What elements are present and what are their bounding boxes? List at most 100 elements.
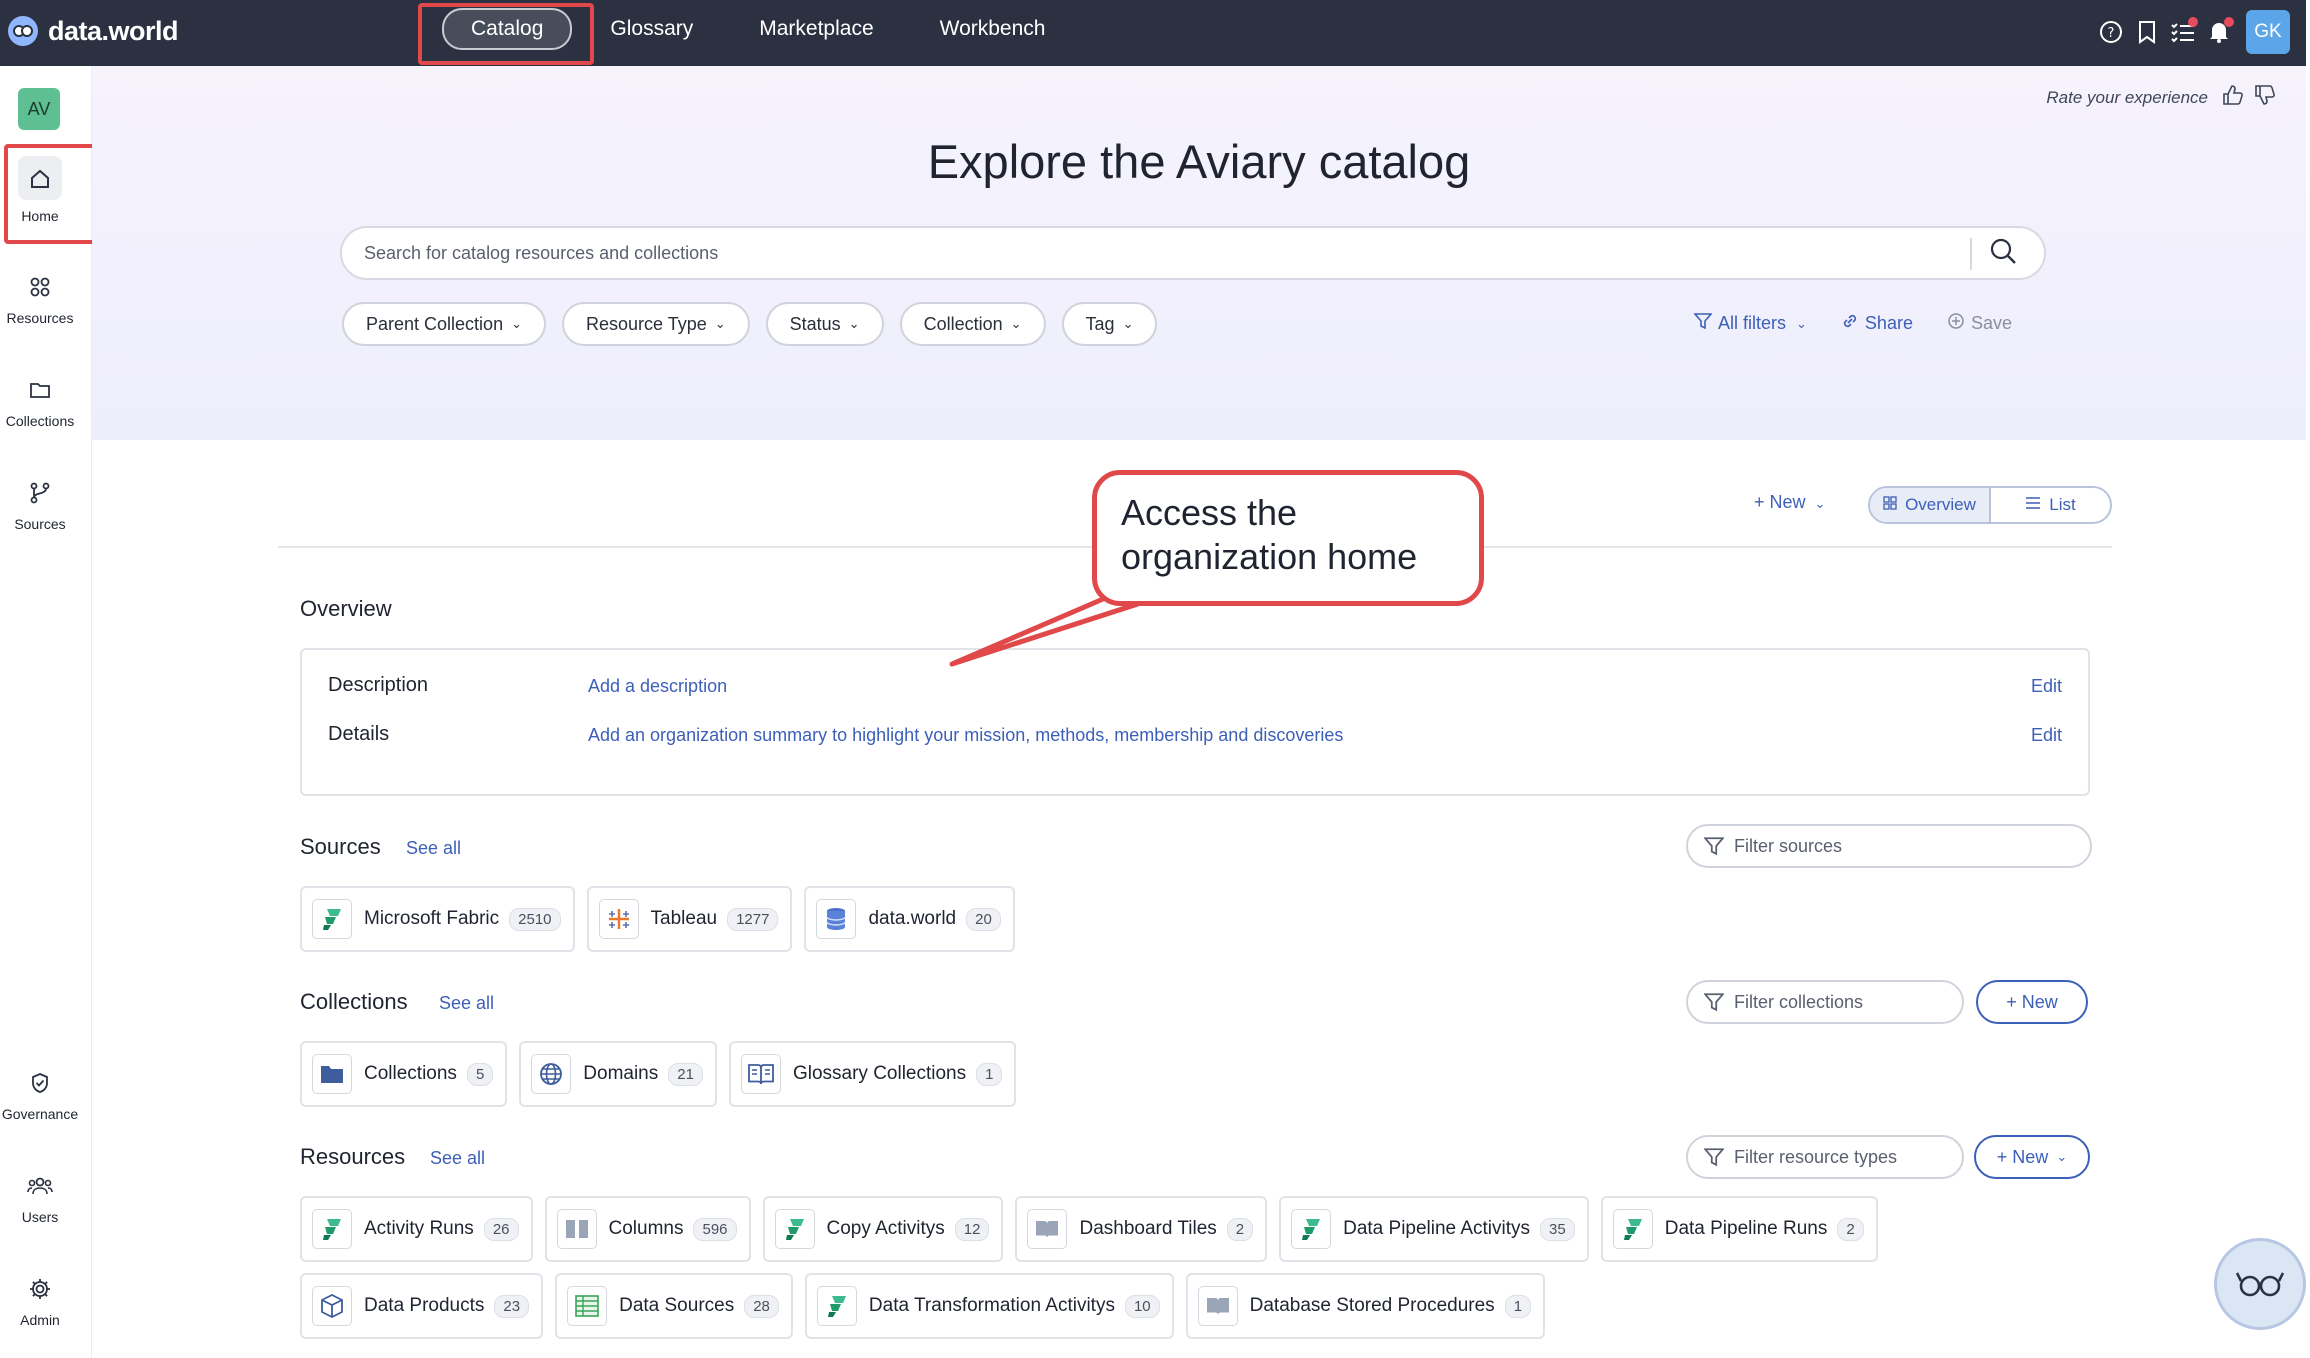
funnel-icon (1693, 312, 1713, 335)
nav-marketplace[interactable]: Marketplace (759, 17, 873, 41)
card-label: Collections (364, 1063, 457, 1084)
fabric-icon (774, 1209, 815, 1249)
collection-card-domains[interactable]: Domains 21 (519, 1041, 717, 1107)
card-label: Data Products (364, 1295, 485, 1316)
add-description-link[interactable]: Add a description (588, 676, 727, 697)
filter-status[interactable]: Status ⌄ (765, 302, 884, 346)
view-overview-button[interactable]: Overview (1870, 488, 1991, 522)
collection-card-collections[interactable]: Collections 5 (300, 1041, 508, 1107)
filter-sources-input[interactable]: Filter sources (1686, 824, 2092, 868)
edit-details-button[interactable]: Edit (2031, 725, 2062, 746)
card-count: 2 (1226, 1217, 1254, 1241)
sources-see-all-link[interactable]: See all (406, 838, 461, 859)
folder-icon (312, 1054, 352, 1094)
card-label: Columns (608, 1218, 684, 1239)
card-count: 596 (693, 1217, 737, 1241)
card-count: 23 (494, 1294, 530, 1318)
resource-card-data-sources[interactable]: Data Sources 28 (555, 1273, 793, 1339)
resource-card-columns[interactable]: Columns 596 (544, 1196, 751, 1262)
catalog-hero: Rate your experience Explore the Aviary … (92, 66, 2306, 440)
thumbs-up-icon[interactable] (2222, 84, 2244, 112)
left-sidebar: AV Home Resources Collections Sources Go… (0, 66, 92, 1358)
org-avatar[interactable]: AV (18, 88, 60, 130)
card-label: Data Sources (619, 1295, 735, 1316)
save-button[interactable]: Save (1947, 312, 2012, 335)
save-label: Save (1970, 313, 2012, 333)
collections-title: Collections (300, 989, 408, 1014)
new-dropdown-button[interactable]: + New ⌄ (1754, 492, 1825, 513)
view-list-button[interactable]: List (1991, 488, 2110, 522)
list-icon (2025, 495, 2041, 515)
resource-card-database-stored-procedures[interactable]: Database Stored Procedures 1 (1185, 1273, 1546, 1339)
sidebar-item-users[interactable]: Users (0, 1169, 80, 1225)
resource-card-dashboard-tiles[interactable]: Dashboard Tiles 2 (1015, 1196, 1268, 1262)
view-toggle: Overview List (1868, 486, 2112, 524)
bell-icon[interactable] (2202, 15, 2236, 49)
sidebar-item-sources[interactable]: Sources (0, 476, 80, 532)
resources-see-all-link[interactable]: See all (430, 1148, 485, 1169)
collections-see-all-link[interactable]: See all (439, 993, 494, 1014)
edit-description-button[interactable]: Edit (2031, 676, 2062, 697)
help-icon[interactable]: ? (2094, 15, 2128, 49)
card-label: Data Pipeline Activitys (1343, 1218, 1531, 1239)
filter-resource-type[interactable]: Resource Type ⌄ (561, 302, 750, 346)
sidebar-item-admin[interactable]: Admin (0, 1272, 80, 1328)
globe-icon (531, 1054, 572, 1094)
user-avatar[interactable]: GK (2246, 10, 2290, 54)
nav-glossary[interactable]: Glossary (610, 17, 693, 41)
sources-title: Sources (300, 834, 381, 859)
resource-card-copy-activitys[interactable]: Copy Activitys 12 (762, 1196, 1004, 1262)
rate-experience: Rate your experience (2046, 84, 2276, 112)
card-label: Domains (583, 1063, 659, 1084)
callout-annotation: Access the organization home (1092, 470, 1484, 606)
filter-resource-types-input[interactable]: Filter resource types (1686, 1135, 1964, 1179)
view-list-label: List (2049, 495, 2076, 514)
svg-text:?: ? (2108, 26, 2115, 41)
thumbs-down-icon[interactable] (2254, 84, 2276, 112)
sidebar-item-governance[interactable]: Governance (0, 1066, 80, 1122)
collections-list: Collections 5 Domains 21 Glossary Collec… (300, 1041, 1028, 1107)
share-button[interactable]: Share (1841, 312, 1913, 335)
new-resource-label: + New (1996, 1146, 2049, 1167)
search-input[interactable] (362, 228, 1962, 278)
bookmark-icon[interactable] (2130, 15, 2164, 49)
new-label: + New (1754, 492, 1806, 512)
view-overview-label: Overview (1905, 495, 1976, 514)
card-count: 2510 (509, 907, 561, 931)
filter-tag[interactable]: Tag ⌄ (1061, 302, 1158, 346)
filter-collections-input[interactable]: Filter collections (1686, 980, 1964, 1024)
source-card-microsoft-fabric[interactable]: Microsoft Fabric 2510 (300, 886, 575, 952)
resource-card-data-products[interactable]: Data Products 23 (300, 1273, 544, 1339)
cube-icon (312, 1286, 352, 1326)
sidebar-item-resources[interactable]: Resources (0, 270, 80, 326)
resource-card-data-transformation-activitys[interactable]: Data Transformation Activitys 10 (804, 1273, 1174, 1339)
resource-card-data-pipeline-runs[interactable]: Data Pipeline Runs 2 (1600, 1196, 1878, 1262)
card-label: Database Stored Procedures (1249, 1295, 1495, 1316)
resource-card-data-pipeline-activitys[interactable]: Data Pipeline Activitys 35 (1279, 1196, 1589, 1262)
filter-chip-label: Parent Collection (366, 313, 504, 334)
chevron-down-icon: ⌄ (511, 316, 522, 331)
sidebar-item-label: Sources (14, 516, 66, 532)
all-filters-label: All filters (1718, 313, 1787, 333)
funnel-icon (1704, 993, 1724, 1012)
resource-card-activity-runs[interactable]: Activity Runs 26 (300, 1196, 533, 1262)
filter-parent-collection[interactable]: Parent Collection ⌄ (342, 302, 546, 346)
new-collection-button[interactable]: + New (1976, 980, 2088, 1024)
sidebar-item-collections[interactable]: Collections (0, 373, 80, 429)
assistant-bubble[interactable] (2214, 1238, 2306, 1330)
search-icon[interactable] (1988, 236, 2022, 270)
folder-icon (24, 373, 56, 405)
tasks-icon[interactable] (2166, 15, 2200, 49)
nav-workbench[interactable]: Workbench (940, 17, 1046, 41)
sources-list: Microsoft Fabric 2510 Tableau 1277 data.… (300, 886, 1027, 952)
card-count: 1 (1504, 1294, 1532, 1318)
filter-collection[interactable]: Collection ⌄ (899, 302, 1046, 346)
source-card-tableau[interactable]: Tableau 1277 (586, 886, 793, 952)
source-card-data-world[interactable]: data.world 20 (804, 886, 1015, 952)
all-filters-button[interactable]: All filters ⌄ (1693, 312, 1807, 335)
logo[interactable]: data.world (8, 11, 179, 51)
new-resource-dropdown-button[interactable]: + New ⌄ (1974, 1135, 2090, 1179)
details-label: Details (328, 723, 390, 745)
collection-card-glossary-collections[interactable]: Glossary Collections 1 (728, 1041, 1017, 1107)
add-summary-link[interactable]: Add an organization summary to highlight… (588, 725, 1343, 746)
